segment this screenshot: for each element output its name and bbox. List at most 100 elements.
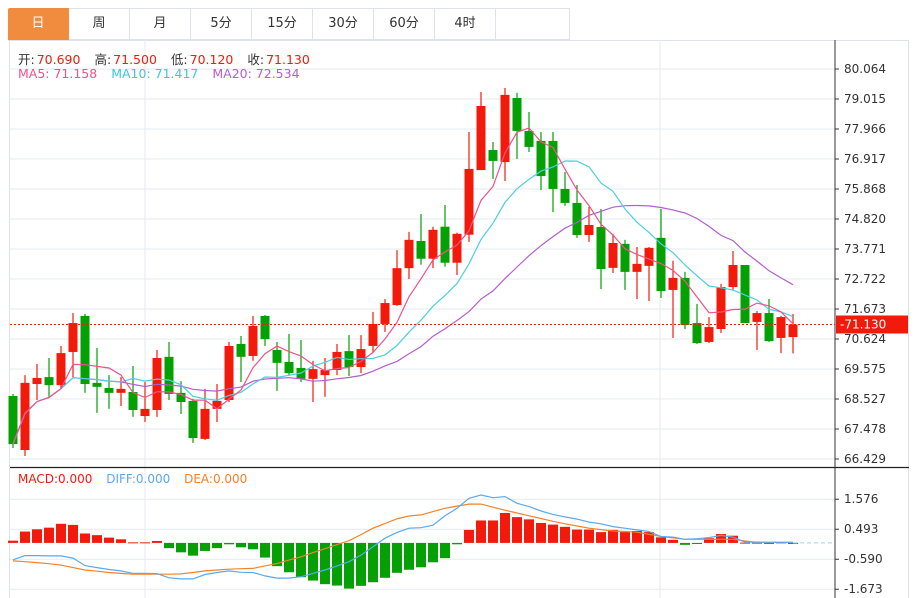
price-axis-label: 76.917 (844, 152, 886, 166)
kline-chart[interactable]: 80.064 79.015 77.966 76.917 75.868 74.820 73.7… (0, 0, 919, 598)
candle-up (452, 233, 462, 263)
candle-down (164, 356, 174, 394)
macd-bar (584, 529, 594, 543)
macd-bar (428, 542, 438, 563)
candle-up (428, 229, 438, 259)
candle-up (32, 377, 42, 384)
candle-down (188, 400, 198, 439)
price-axis-label: 71.673 (844, 302, 886, 316)
macd-bar (176, 542, 186, 553)
macd-bar (284, 542, 294, 573)
candle-up (332, 351, 342, 370)
ma5-value: MA5: 71.158 (18, 66, 98, 81)
open-label: 开: (18, 52, 35, 67)
price-axis-label: 70.624 (844, 332, 886, 346)
high-label: 高: (94, 52, 112, 67)
macd-bar (512, 517, 522, 543)
price-axis-label: 75.868 (844, 182, 886, 196)
macd-bar (476, 520, 486, 543)
macd-bar (440, 542, 450, 559)
price-axis-label: 67.478 (844, 422, 886, 436)
candle-up (584, 224, 594, 235)
candle-up (728, 265, 738, 288)
macd-axis-label: 1.576 (844, 492, 878, 506)
diff-line (12, 494, 793, 580)
candle-up (644, 247, 654, 266)
macd-bar (560, 526, 570, 543)
candle-down (236, 343, 246, 357)
macd-bar (680, 542, 690, 545)
macd-bar (212, 542, 222, 549)
candle-up (788, 324, 798, 338)
price-axis-label: 66.429 (844, 452, 886, 466)
candle-up (200, 408, 210, 439)
candle-up (704, 327, 714, 342)
macd-bar (344, 542, 354, 589)
candle-down (104, 387, 114, 393)
candle-down (128, 391, 138, 411)
ma10-value: MA10: 71.417 (111, 66, 199, 81)
macd-bar (104, 537, 114, 543)
macd-bar (128, 542, 138, 544)
macd-bar (536, 522, 546, 543)
price-axis-label: 80.064 (844, 62, 886, 76)
candle-up (68, 323, 78, 352)
macd-bar (68, 524, 78, 543)
candle-up (224, 345, 234, 401)
close-label: 收: (247, 52, 265, 67)
ma-info: MA5: 71.158 MA10: 71.417 MA20: 72.534 (18, 66, 302, 81)
price-axis-label: 74.820 (844, 212, 886, 226)
macd-bar (20, 531, 30, 543)
low-value: 70.120 (189, 52, 234, 67)
candle-down (572, 202, 582, 235)
candle-down (560, 188, 570, 203)
macd-bar (152, 540, 162, 543)
price-axis-label: 72.722 (844, 272, 886, 286)
candle-down (488, 150, 498, 161)
macd-bar (116, 539, 126, 543)
macd-bar (608, 529, 618, 543)
price-axis-label: 79.015 (844, 92, 886, 106)
macd-bar (464, 529, 474, 543)
dea-value: DEA:0.000 (184, 472, 248, 486)
candle-down (92, 382, 102, 387)
macd-bar (572, 529, 582, 543)
candle-down (440, 226, 450, 263)
candle-down (80, 315, 90, 384)
macd-bar (140, 542, 150, 544)
macd-bar (668, 539, 678, 543)
macd-axis-label: -0.590 (844, 552, 883, 566)
macd-bar (296, 542, 306, 578)
macd-bar (200, 542, 210, 551)
macd-bar (620, 532, 630, 543)
candle-up (464, 168, 474, 235)
macd-bar (224, 542, 234, 545)
open-value: 70.690 (36, 52, 81, 67)
macd-bar (452, 542, 462, 545)
dea-line (12, 503, 793, 575)
candle-down (284, 361, 294, 374)
price-axis-label: 77.966 (844, 122, 886, 136)
candle-up (116, 388, 126, 393)
price-axis-label: 69.575 (844, 362, 886, 376)
macd-bar (92, 535, 102, 543)
macd-bar (764, 542, 774, 544)
candle-up (716, 287, 726, 330)
candle-up (56, 353, 66, 386)
candle-up (392, 268, 402, 306)
macd-bar (80, 533, 90, 543)
close-value: 71.130 (266, 52, 310, 67)
candle-up (140, 408, 150, 417)
last-price-label: -71.130 (840, 318, 886, 332)
macd-info: MACD:0.000 DIFF:0.000 DEA:0.000 (18, 472, 249, 486)
candle-up (476, 106, 486, 171)
macd-bar (740, 542, 750, 544)
macd-value: MACD:0.000 (18, 472, 93, 486)
macd-bar (356, 542, 366, 586)
macd-axis-label: -1.673 (844, 582, 883, 596)
macd-bar (44, 527, 54, 543)
macd-axis-label: 0.493 (844, 522, 878, 536)
macd-bar (596, 532, 606, 543)
candle-up (404, 239, 414, 269)
candle-down (512, 97, 522, 131)
